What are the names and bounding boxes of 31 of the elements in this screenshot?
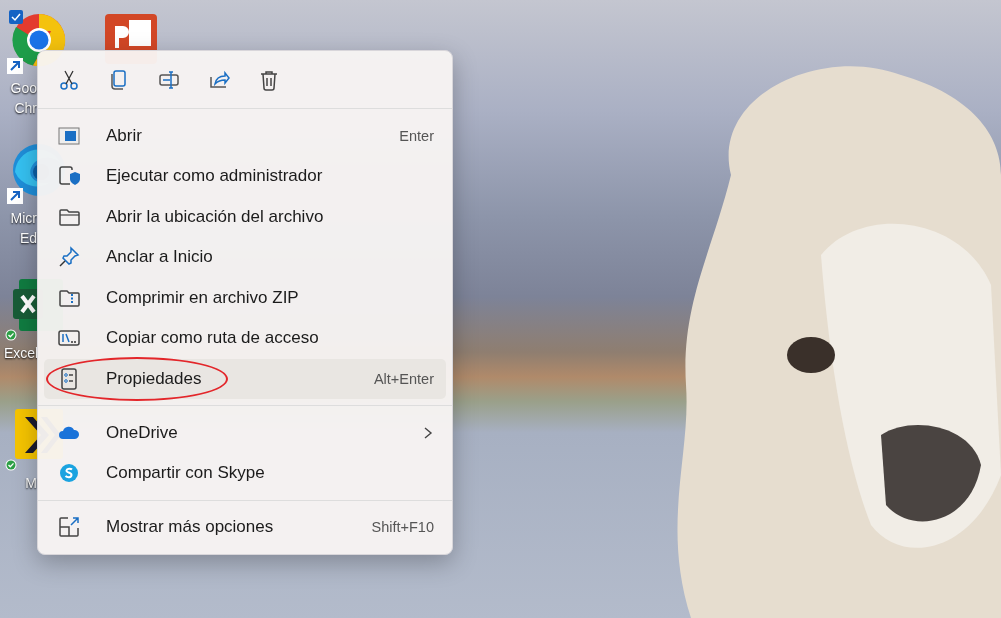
chat-app-icon: [58, 462, 80, 484]
shortcut-text: Alt+Enter: [373, 370, 434, 387]
share-icon[interactable]: [208, 69, 230, 91]
shield-window-icon: [58, 165, 80, 187]
menu-item[interactable]: Compartir con Skype: [44, 453, 446, 493]
trash-icon[interactable]: [258, 69, 280, 91]
more-options-icon: [58, 516, 80, 538]
menu-item[interactable]: Mostrar más opciones Shift+F10: [44, 507, 446, 547]
pin-icon: [58, 246, 80, 268]
menu-item[interactable]: Propiedades Alt+Enter: [44, 358, 446, 399]
cut-icon[interactable]: [58, 69, 80, 91]
window-icon: [58, 124, 80, 147]
icon-label: Chr: [13, 99, 37, 118]
icon-label: Ed: [18, 229, 37, 248]
shortcut-text: Shift+F10: [371, 519, 434, 535]
menu-item[interactable]: Ejecutar como administrador: [44, 156, 446, 196]
menu-item[interactable]: Abrir la ubicación del archivo: [44, 196, 446, 237]
menu-item[interactable]: Copiar como ruta de acceso: [44, 318, 446, 358]
shortcut-text: Enter: [399, 127, 434, 144]
rename-icon[interactable]: [158, 69, 180, 91]
icon-label: Goo: [9, 79, 37, 98]
icon-label: Micr: [9, 209, 37, 228]
menu-item[interactable]: Anclar a Inicio: [44, 237, 446, 277]
menu-item[interactable]: Abrir Enter: [44, 115, 446, 156]
icon-label: M: [24, 474, 37, 493]
menu-item[interactable]: Comprimir en archivo ZIP: [44, 277, 446, 318]
path-icon: [58, 327, 80, 349]
properties-icon: [58, 367, 80, 390]
menu-item[interactable]: OneDrive: [44, 412, 446, 453]
icon-label: Excel: [4, 344, 37, 363]
selection-checkbox[interactable]: [9, 10, 23, 24]
